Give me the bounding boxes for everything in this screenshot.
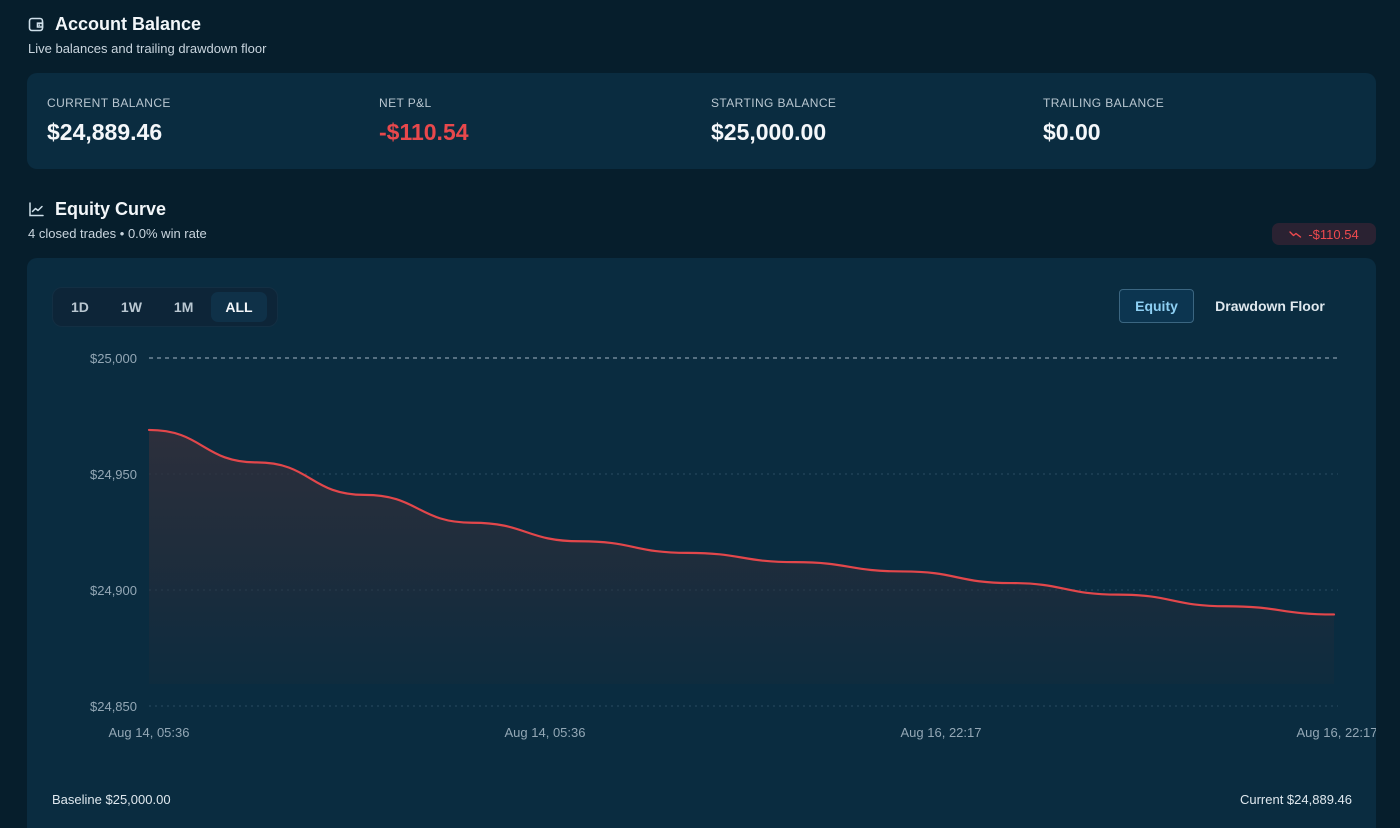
- stat-label: CURRENT BALANCE: [47, 96, 171, 110]
- equity-curve-title: Equity Curve: [55, 199, 167, 219]
- stat-label: STARTING BALANCE: [711, 96, 837, 110]
- range-1m-button[interactable]: 1M: [160, 292, 207, 322]
- range-all-button[interactable]: ALL: [211, 292, 267, 322]
- account-balance-subtitle: Live balances and trailing drawdown floo…: [28, 41, 267, 56]
- stat-label: TRAILING BALANCE: [1043, 96, 1165, 110]
- stat-trailing-balance: TRAILING BALANCE $0.00: [1043, 96, 1164, 146]
- stat-label: NET P&L: [379, 96, 432, 110]
- drawdown-floor-toggle-button[interactable]: Drawdown Floor: [1205, 289, 1335, 323]
- y-tick-label: $24,900: [90, 583, 137, 598]
- line-chart-icon: [28, 201, 45, 218]
- equity-toggle-button[interactable]: Equity: [1119, 289, 1194, 323]
- y-tick-label: $24,850: [90, 699, 137, 714]
- range-1w-button[interactable]: 1W: [107, 292, 156, 322]
- trend-down-icon: [1289, 227, 1302, 242]
- account-balance-header: Account Balance Live balances and traili…: [28, 14, 266, 56]
- stat-value: $25,000.00: [711, 119, 827, 145]
- stat-value: -$110.54: [379, 119, 469, 145]
- equity-curve-subtitle: 4 closed trades • 0.0% win rate: [28, 226, 207, 241]
- account-balance-title: Account Balance: [55, 14, 202, 34]
- x-tick-label: Aug 16, 22:17: [1297, 725, 1376, 740]
- pnl-badge-value: -$110.54: [1308, 226, 1359, 242]
- y-tick-label: $25,000: [90, 351, 137, 366]
- current-label: Current $24,889.46: [1239, 792, 1352, 807]
- baseline-label: Baseline $25,000.00: [52, 792, 171, 807]
- wallet-icon: [28, 16, 45, 33]
- pnl-change-badge: -$110.54: [1272, 223, 1376, 245]
- stat-current-balance: CURRENT BALANCE $24,889.46: [47, 96, 171, 146]
- stat-value: $0.00: [1043, 119, 1101, 145]
- equity-chart-card: $25,000 $24,950 $24,900 $24,850 Aug 14, 05:3…: [27, 258, 1376, 828]
- x-tick-label: Aug 14, 05:36: [109, 725, 190, 740]
- x-tick-label: Aug 16, 22:17: [901, 725, 982, 740]
- range-1d-button[interactable]: 1D: [57, 292, 103, 322]
- stat-net-pnl: NET P&L -$110.54: [379, 96, 469, 146]
- x-tick-label: Aug 14, 05:36: [505, 725, 586, 740]
- stat-value: $24,889.46: [47, 119, 163, 145]
- y-tick-label: $24,950: [90, 467, 137, 482]
- balance-stats-card: CURRENT BALANCE $24,889.46 NET P&L -$110…: [27, 73, 1376, 169]
- time-range-selector: 1D 1W 1M ALL: [52, 287, 278, 327]
- equity-curve-header: Equity Curve 4 closed trades • 0.0% win …: [28, 199, 207, 241]
- stat-starting-balance: STARTING BALANCE $25,000.00: [711, 96, 836, 146]
- equity-chart: $25,000 $24,950 $24,900 $24,850 Aug 14, 05:3…: [90, 351, 1376, 740]
